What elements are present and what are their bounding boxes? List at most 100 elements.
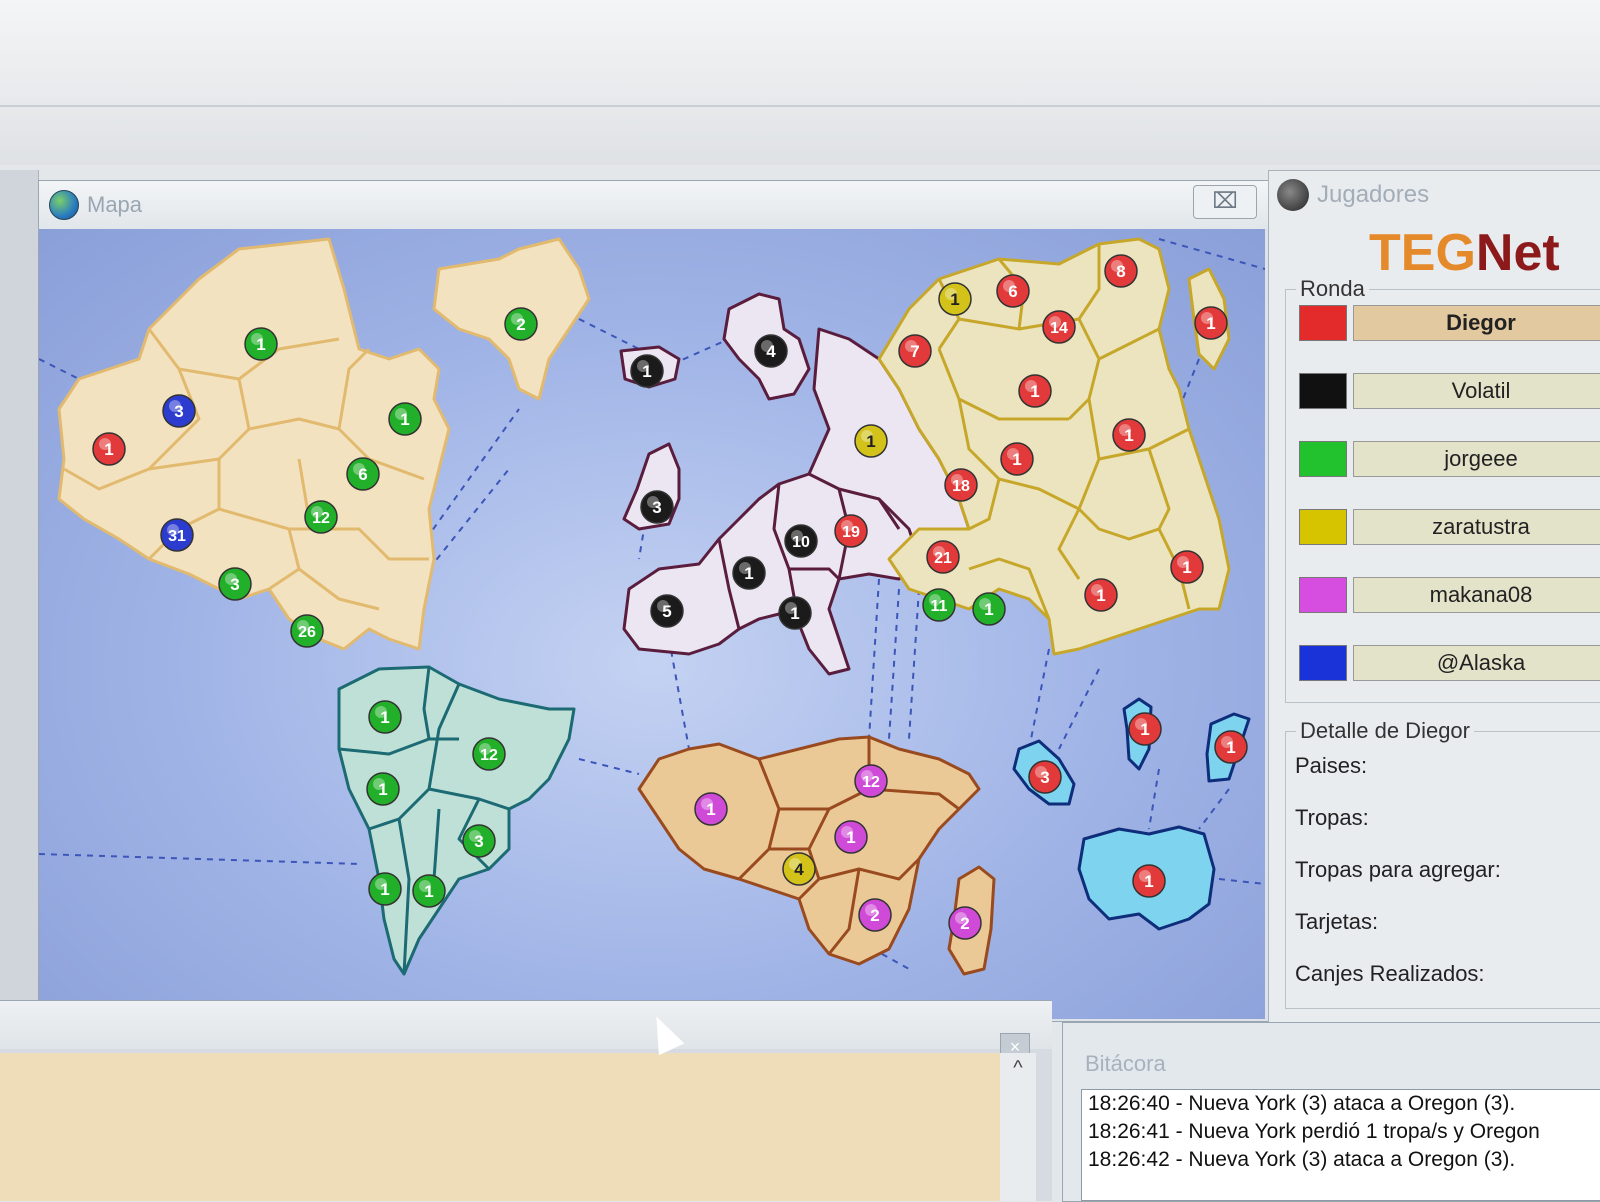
detail-cards-label: Tarjetas: [1295,909,1379,934]
troop-marker[interactable]: 2 [504,307,538,341]
troop-marker[interactable]: 1 [366,772,400,806]
troop-marker[interactable]: 1 [854,424,888,458]
troop-marker[interactable]: 12 [854,764,888,798]
detail-troops-label: Tropas: [1295,805,1369,830]
troop-count: 1 [846,828,855,847]
troop-marker[interactable]: 3 [218,567,252,601]
troop-count: 12 [480,747,498,764]
player-row[interactable]: @Alaska [1299,645,1600,681]
troop-count: 2 [870,906,879,925]
troop-marker[interactable]: 1 [92,432,126,466]
map-titlebar[interactable]: Mapa [39,181,1269,229]
troop-count: 7 [910,342,919,361]
troop-count: 1 [1140,720,1149,739]
troop-marker[interactable]: 11 [922,588,956,622]
troop-marker[interactable]: 31 [160,518,194,552]
troop-marker[interactable]: 1 [1128,712,1162,746]
troop-marker[interactable]: 26 [290,614,324,648]
troop-marker[interactable]: 12 [304,500,338,534]
troop-marker[interactable]: 3 [462,824,496,858]
continent-africa [637,735,996,976]
log-line: 18:26:40 - Nueva York (3) ataca a Oregon… [1088,1092,1516,1115]
troop-marker[interactable]: 2 [858,898,892,932]
log-box[interactable]: 18:26:40 - Nueva York (3) ataca a Oregon… [1081,1089,1600,1201]
player-row[interactable]: zaratustra [1299,509,1600,545]
troop-marker[interactable]: 14 [1042,310,1076,344]
player-color-swatch [1299,305,1347,341]
troop-marker[interactable]: 6 [346,457,380,491]
troop-marker[interactable]: 1 [1000,442,1034,476]
troop-marker[interactable]: 1 [368,872,402,906]
player-row[interactable]: makana08 [1299,577,1600,613]
troop-marker[interactable]: 1 [1170,550,1204,584]
troop-marker[interactable]: 2 [948,906,982,940]
troop-marker[interactable]: 1 [388,402,422,436]
troop-marker[interactable]: 3 [640,490,674,524]
troop-marker[interactable]: 1 [1194,306,1228,340]
troop-marker[interactable]: 3 [162,394,196,428]
troop-count: 21 [934,550,952,567]
troop-marker[interactable]: 1 [1132,864,1166,898]
troop-marker[interactable]: 1 [412,874,446,908]
player-row[interactable]: Volatil [1299,373,1600,409]
troop-marker[interactable]: 1 [630,354,664,388]
troop-marker[interactable]: 18 [944,468,978,502]
round-group: Ronda [1285,276,1600,703]
troop-marker[interactable]: 1 [1112,418,1146,452]
troop-count: 2 [960,914,969,933]
troop-count: 3 [474,832,483,851]
players-window-title: Jugadores [1317,181,1430,208]
troop-marker[interactable]: 1 [368,700,402,734]
bottom-panel-content [0,1053,1000,1201]
troop-count: 1 [984,600,993,619]
troop-marker[interactable]: 1 [834,820,868,854]
troop-marker[interactable]: 8 [1104,254,1138,288]
troop-count: 12 [862,774,880,791]
player-color-swatch [1299,509,1347,545]
troop-count: 4 [766,342,776,361]
troop-marker[interactable]: 4 [754,334,788,368]
detail-troops-to-add-label: Tropas para agregar: [1295,857,1501,882]
troop-marker[interactable]: 1 [1084,578,1118,612]
troop-marker[interactable]: 6 [996,274,1030,308]
player-row[interactable]: Diegor [1299,305,1600,341]
logo-teg: TEG [1369,224,1476,282]
scroll-up-arrow-icon[interactable]: ^ [1000,1053,1036,1083]
bottom-panel-scrollbar[interactable]: ^ [1000,1053,1036,1201]
bottom-panel-titlebar[interactable] [0,1001,1052,1049]
troop-marker[interactable]: 19 [834,514,868,548]
logo-net: Net [1475,224,1560,282]
troop-marker[interactable]: 12 [472,737,506,771]
troop-count: 1 [706,800,715,819]
player-color-swatch [1299,577,1347,613]
troop-marker[interactable]: 3 [1028,760,1062,794]
troop-marker[interactable]: 1 [732,556,766,590]
troop-marker[interactable]: 1 [244,327,278,361]
troop-marker[interactable]: 5 [650,594,684,628]
troop-marker[interactable]: 1 [778,596,812,630]
troop-count: 31 [168,528,186,545]
troop-marker[interactable]: 1 [1214,730,1248,764]
troop-marker[interactable]: 1 [694,792,728,826]
troop-count: 1 [378,780,387,799]
troop-count: 1 [866,432,875,451]
troop-marker[interactable]: 1 [972,592,1006,626]
troop-count: 1 [1096,586,1105,605]
player-row[interactable]: jorgeee [1299,441,1600,477]
troop-marker[interactable]: 4 [782,852,816,886]
troop-count: 19 [842,524,860,541]
round-label: Ronda [1296,276,1369,302]
detail-countries-label: Paises: [1295,753,1368,778]
troop-marker[interactable]: 10 [784,524,818,558]
map-close-button[interactable]: ⌧ [1193,185,1257,219]
troop-marker[interactable]: 1 [1018,374,1052,408]
troop-count: 12 [312,510,330,527]
troop-count: 14 [1050,320,1068,337]
players-titlebar[interactable]: Jugadores [1269,171,1600,219]
troop-count: 26 [298,624,316,641]
troop-marker[interactable]: 21 [926,540,960,574]
troop-marker[interactable]: 7 [898,334,932,368]
troop-count: 1 [256,335,265,354]
troop-marker[interactable]: 1 [938,282,972,316]
player-name: Diegor [1353,305,1600,341]
